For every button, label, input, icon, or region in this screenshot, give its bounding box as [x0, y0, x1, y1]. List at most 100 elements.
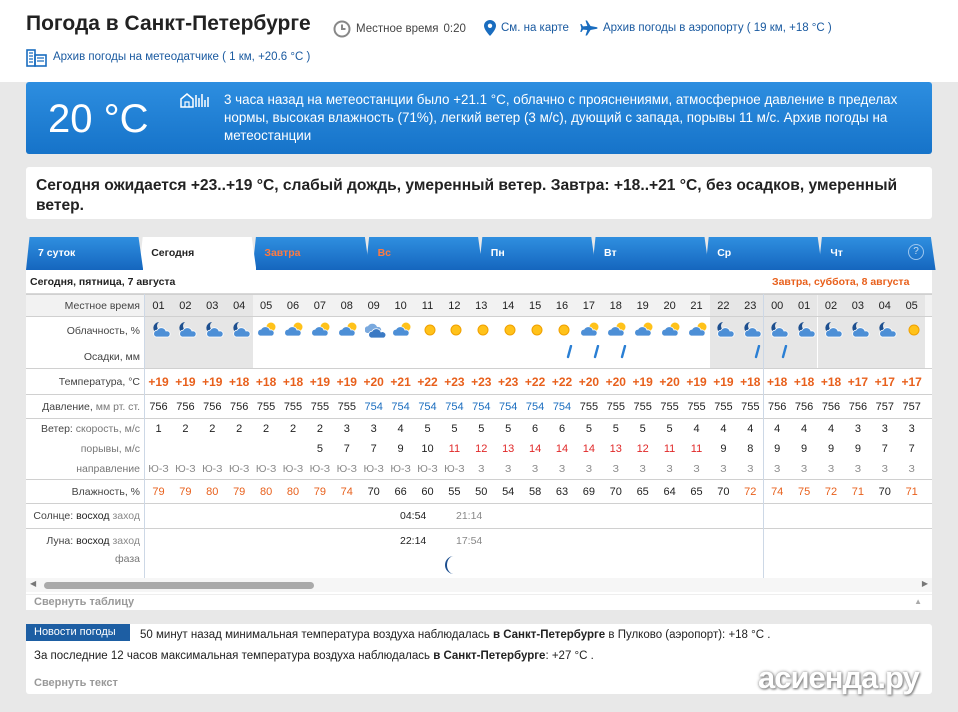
pressure-cell: 755 [633, 401, 652, 413]
sun-icon [443, 321, 470, 342]
wind-speed-cell: 2 [316, 423, 323, 435]
hour-cell: 05 [905, 300, 918, 312]
temp-cell: +22 [417, 375, 438, 389]
tab-3[interactable]: Вс [365, 237, 483, 270]
collapse-table-button[interactable]: Свернуть таблицу ▲ [26, 594, 932, 610]
direction-cell: З [747, 463, 754, 475]
news-line-2: За последние 12 часов максимальная темпе… [34, 650, 594, 662]
moon-cloud-icon [147, 321, 174, 342]
tab-5[interactable]: Вт [592, 237, 710, 270]
humidity-cell: 70 [717, 486, 730, 498]
hour-cell: 12 [448, 300, 461, 312]
moon-cloud-icon [712, 321, 739, 342]
direction-cell: З [774, 463, 781, 475]
wind-speed-cell: 6 [558, 423, 566, 435]
sun-cloud-icon [255, 321, 282, 342]
row-divider [26, 528, 932, 529]
hour-cell: 03 [206, 300, 219, 312]
sunrise-time: 04:54 [400, 510, 427, 522]
today-date-label: Сегодня, пятница, 7 августа [30, 276, 176, 288]
wind-speed-cell: 4 [827, 423, 835, 435]
temp-cell: +18 [793, 375, 815, 389]
gusts-cell: 11 [448, 443, 461, 455]
humidity-cell: 79 [179, 486, 192, 498]
direction-cell: З [800, 463, 808, 475]
map-link-wrap[interactable]: См. на карте [484, 20, 569, 36]
moon-cloud-icon [739, 321, 766, 342]
humidity-cell: 60 [421, 486, 434, 498]
airplane-icon [580, 20, 598, 36]
temp-cell: +23 [471, 375, 492, 389]
airport-archive-wrap[interactable]: Архив погоды в аэропорту ( 19 км, +18 °C… [580, 20, 832, 36]
tab-4[interactable]: Пн [478, 237, 596, 270]
collapse-text-button[interactable]: Свернуть текст [34, 677, 118, 689]
label-sunrise: восход [73, 510, 110, 522]
direction-cell: Ю-З [309, 463, 331, 475]
wind-speed-cell: 4 [693, 423, 700, 435]
hour-cell: 04 [233, 300, 246, 312]
pressure-cell: 754 [472, 401, 491, 413]
gusts-cell: 9 [720, 443, 727, 455]
moon-cloud-icon [820, 321, 847, 342]
gusts-cell: 7 [881, 443, 888, 455]
direction-cell: З [505, 463, 512, 475]
pressure-cell: 755 [687, 401, 706, 413]
pressure-cell: 754 [525, 401, 545, 413]
row-divider [26, 316, 932, 317]
gusts-cell: 9 [854, 443, 861, 455]
moonrise-time: 22:14 [400, 535, 427, 547]
temp-cell: +19 [202, 375, 223, 389]
row-divider [26, 368, 932, 369]
gusts-cell: 9 [774, 443, 781, 455]
sun-cloud-icon [631, 321, 658, 342]
row-divider [26, 418, 932, 419]
scroll-right-arrow[interactable]: ▶ [922, 579, 928, 588]
rain-drop-icon [745, 344, 772, 362]
tab-6[interactable]: Ср [705, 237, 823, 270]
help-icon[interactable]: ? [908, 244, 924, 260]
temp-cell: +23 [498, 375, 519, 389]
moon-cloud-icon [766, 321, 793, 342]
hour-cell: 17 [582, 300, 596, 312]
station-archive-wrap[interactable]: Архив погоды на метеодатчике ( 1 км, +20… [26, 47, 310, 67]
wind-speed-cell: 4 [720, 423, 727, 435]
scroll-thumb[interactable] [44, 582, 314, 589]
humidity-cell: 74 [771, 486, 784, 498]
temp-cell: +22 [551, 375, 573, 389]
tab-0[interactable]: 7 суток [26, 237, 144, 270]
map-link[interactable]: См. на карте [501, 22, 569, 34]
temp-cell: +18 [820, 375, 842, 389]
station-archive-link[interactable]: Архив погоды на метеодатчике ( 1 км, +20… [53, 51, 310, 63]
local-time-label: Местное время [356, 23, 439, 35]
airport-archive-link[interactable]: Архив погоды в аэропорту ( 19 км, +18 °C… [603, 22, 832, 34]
hour-cell: 02 [179, 300, 192, 312]
temp-cell: +19 [309, 375, 331, 389]
direction-cell: Ю-З [336, 463, 358, 475]
wind-speed-cell: 5 [612, 423, 619, 435]
temp-cell: +19 [713, 375, 734, 389]
temp-cell: +18 [767, 375, 788, 389]
scroll-left-arrow[interactable]: ◀ [30, 579, 36, 588]
label-pressure-unit: мм рт. ст. [92, 401, 140, 413]
local-time: Местное время 0:20 [333, 20, 466, 38]
hour-cell: 08 [340, 300, 353, 312]
wind-speed-cell: 5 [424, 423, 431, 435]
label-precip: Осадки, мм [83, 351, 140, 363]
hour-cell: 23 [744, 300, 757, 312]
tab-1[interactable]: Сегодня [139, 237, 257, 270]
direction-cell: З [585, 463, 593, 475]
tab-2[interactable]: Завтра [252, 237, 370, 270]
row-divider [26, 479, 932, 480]
hour-cell: 10 [394, 300, 407, 312]
hour-cell: 06 [286, 300, 300, 312]
humidity-cell: 65 [636, 486, 649, 498]
rain-drop-icon [583, 344, 610, 362]
pressure-cell: 755 [741, 401, 760, 413]
wind-speed-cell: 2 [182, 423, 189, 435]
wind-speed-cell: 3 [370, 423, 377, 435]
temp-cell: +18 [740, 375, 761, 389]
humidity-cell: 80 [206, 486, 219, 498]
table-scrollbar[interactable]: ◀ ▶ [26, 578, 932, 592]
pressure-cell: 756 [230, 401, 249, 413]
direction-cell: З [720, 463, 727, 475]
